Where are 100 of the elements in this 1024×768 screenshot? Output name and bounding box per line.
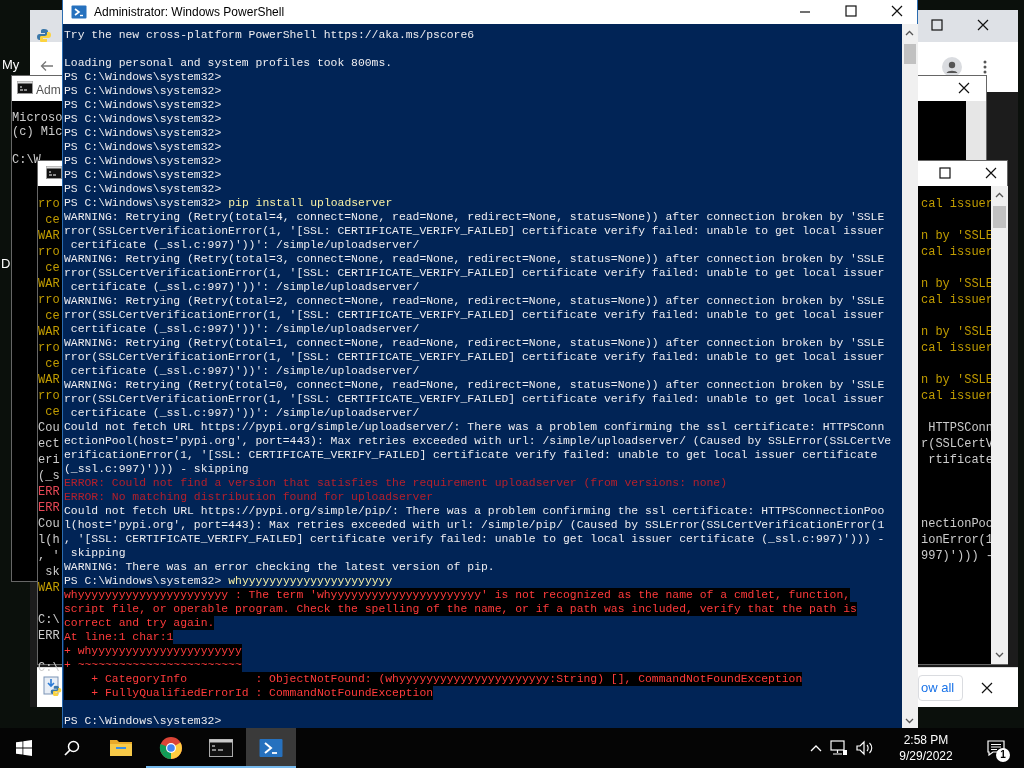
- console-line: WARNING: Retrying (Retry(total=2, connect=None, read=None, redirect=None, status=None)) after connection broken by 'SSLE: [64, 294, 885, 308]
- message-icon[interactable]: [987, 740, 1005, 756]
- powershell-icon[interactable]: [71, 4, 87, 20]
- console-icon[interactable]: [209, 736, 233, 760]
- console-line: cal issuer: [921, 389, 993, 403]
- console-line: ce: [44, 309, 60, 323]
- prompt-text: PS C:\Windows\system32>: [64, 112, 222, 126]
- scroll-up-icon[interactable]: [995, 192, 1004, 198]
- console-line: rro: [38, 389, 60, 403]
- console-line: rror(SSLCertVerificationError(1, '[SSL: CERTIFICATE_VERIFY_FAILED] certificate verify failed: unable to get local issuer: [64, 224, 885, 238]
- maximize-icon[interactable]: [931, 19, 943, 31]
- console-line: rro: [38, 293, 60, 307]
- installer-icon[interactable]: [42, 676, 62, 696]
- console-line: Try the new cross-platform PowerShell https://aka.ms/pscore6: [64, 28, 475, 42]
- console-line: n by 'SSLE: [921, 373, 993, 387]
- more-icon[interactable]: [983, 60, 987, 74]
- scrollbar[interactable]: [902, 24, 918, 728]
- console-line: eri: [38, 453, 60, 467]
- console-line: ionError(1: [921, 533, 993, 547]
- console-line: WARNING: Retrying (Retry(total=3, connect=None, read=None, redirect=None, status=None)) after connection broken by 'SSLE: [64, 252, 885, 266]
- start-icon[interactable]: [16, 740, 32, 756]
- scrollbar-thumb[interactable]: [993, 206, 1006, 228]
- console-line: cal issuer: [921, 245, 993, 259]
- console-line: Loading personal and system profiles took 800ms.: [64, 56, 393, 70]
- console-line: certificate (_ssl.c:997)'))': /simple/uploadserver/: [69, 322, 420, 336]
- search-icon[interactable]: [64, 740, 80, 756]
- console-line: rror(SSLCertVerificationError(1, '[SSL: CERTIFICATE_VERIFY_FAILED] certificate verify failed: unable to get local issuer: [64, 308, 885, 322]
- prompt-text: PS C:\Windows\system32>: [64, 84, 222, 98]
- console-line: rtificate: [927, 453, 993, 467]
- console-line: WARNING: Retrying (Retry(total=0, connect=None, read=None, redirect=None, status=None)) after connection broken by 'SSLE: [64, 378, 885, 392]
- close-icon[interactable]: [958, 82, 970, 94]
- console-line: ERR: [38, 629, 60, 643]
- console-line: ce: [44, 357, 60, 371]
- command-text: pip install uploadserver: [228, 196, 393, 210]
- prompt-text: PS C:\Windows\system32>: [64, 126, 222, 140]
- maximize-icon[interactable]: [845, 5, 857, 17]
- clock-time[interactable]: 2:58 PM: [903, 732, 949, 748]
- console-line: rror(SSLCertVerificationError(1, '[SSL: CERTIFICATE_VERIFY_FAILED] certificate verify failed: unable to get local issuer: [64, 266, 885, 280]
- console-line: ERR: [38, 485, 60, 499]
- console-line: WAR: [38, 373, 60, 387]
- console-line: Could not fetch URL https://pypi.org/simple/pip/: There was a problem confirming the ssl certificate: HTTPSConnectionPoo: [64, 504, 885, 518]
- console-line: certificate (_ssl.c:997)'))': /simple/uploadserver/: [69, 364, 420, 378]
- console-line: certificate (_ssl.c:997)'))': /simple/uploadserver/: [69, 406, 420, 420]
- chevron-up-icon[interactable]: [810, 744, 822, 752]
- console-line: n by 'SSLE: [921, 277, 993, 291]
- close-icon[interactable]: [977, 19, 989, 31]
- notification-count: 1: [996, 748, 1010, 762]
- scroll-down-icon[interactable]: [905, 718, 914, 724]
- powershell-icon[interactable]: [259, 736, 283, 760]
- console-icon[interactable]: [46, 165, 62, 181]
- console-line: WAR: [38, 581, 60, 595]
- console-line: rro: [38, 245, 60, 259]
- console-line: certificate (_ssl.c:997)'))': /simple/uploadserver/: [69, 238, 420, 252]
- console-line: r(SSLCertV: [921, 437, 993, 451]
- scrollbar[interactable]: [991, 186, 1008, 664]
- close-icon[interactable]: [981, 682, 993, 694]
- console-line: skipping: [69, 546, 126, 560]
- notification-button[interactable]: 1: [976, 728, 1016, 768]
- console-line: WARNING: Retrying (Retry(total=1, connect=None, read=None, redirect=None, status=None)) after connection broken by 'SSLE: [64, 336, 885, 350]
- scrollbar[interactable]: [966, 101, 986, 160]
- console-line: Cou: [38, 517, 60, 531]
- chrome-icon[interactable]: [159, 736, 183, 760]
- console-line: Cou: [38, 421, 60, 435]
- console-line: certificate (_ssl.c:997)'))': /simple/uploadserver/: [69, 280, 420, 294]
- prompt-text: PS C:\Windows\system32>: [64, 168, 222, 182]
- show-all-button[interactable]: ow all: [918, 675, 964, 701]
- scroll-down-icon[interactable]: [995, 652, 1004, 658]
- prompt-text: PS C:\Windows\system32>: [64, 182, 222, 196]
- prompt-text: PS C:\Windows\system32>: [64, 140, 222, 154]
- console-line: ce: [44, 213, 60, 227]
- close-icon[interactable]: [985, 167, 997, 179]
- scroll-up-icon[interactable]: [905, 30, 914, 36]
- console-line: , ': [38, 549, 60, 563]
- console-icon[interactable]: [17, 80, 33, 96]
- console-line: WARNING: Retrying (Retry(total=4, connect=None, read=None, redirect=None, status=None)) after connection broken by 'SSLE: [64, 210, 885, 224]
- console-line: l(h: [38, 533, 60, 547]
- error-line: ERROR: Could not find a version that satisfies the requirement uploadserver (from versions: none): [64, 476, 728, 490]
- desktop-icon-label: D: [1, 256, 11, 272]
- clock-date[interactable]: 9/29/2022: [899, 748, 953, 764]
- python-icon[interactable]: [36, 28, 52, 44]
- network-icon[interactable]: [830, 740, 848, 756]
- console-line: 997)'))) -: [921, 549, 993, 563]
- close-icon[interactable]: [891, 5, 903, 17]
- console-line: WAR: [38, 325, 60, 339]
- volume-icon[interactable]: [856, 740, 874, 756]
- back-arrow-icon[interactable]: [40, 60, 54, 72]
- error-line: ERROR: No matching distribution found for uploadserver: [64, 490, 434, 504]
- console-line: rror(SSLCertVerificationError(1, '[SSL: CERTIFICATE_VERIFY_FAILED] certificate verify failed: unable to get local issuer: [64, 350, 885, 364]
- console-line: nectionPoo: [921, 517, 993, 531]
- prompt-text: PS C:\Windows\system32>: [64, 98, 222, 112]
- console-line: Could not fetch URL https://pypi.org/simple/uploadserver/: There was a problem confirming the ssl certificate: HTTPSConn: [64, 420, 885, 434]
- console-line: (c) Mic: [12, 125, 63, 139]
- window-title: Administrator: Windows PowerShell: [94, 4, 285, 21]
- maximize-icon[interactable]: [939, 167, 951, 179]
- scrollbar-thumb[interactable]: [904, 44, 916, 64]
- prompt-text: PS C:\Windows\system32>: [64, 196, 222, 210]
- console-line: WAR: [38, 229, 60, 243]
- taskbar-button[interactable]: [246, 728, 296, 768]
- console-line: n by 'SSLE: [921, 229, 993, 243]
- console-line: , '[SSL: CERTIFICATE_VERIFY_FAILED] certificate verify failed: unable to get local issuer certificate (_ssl.c:997)'))) -: [64, 532, 885, 546]
